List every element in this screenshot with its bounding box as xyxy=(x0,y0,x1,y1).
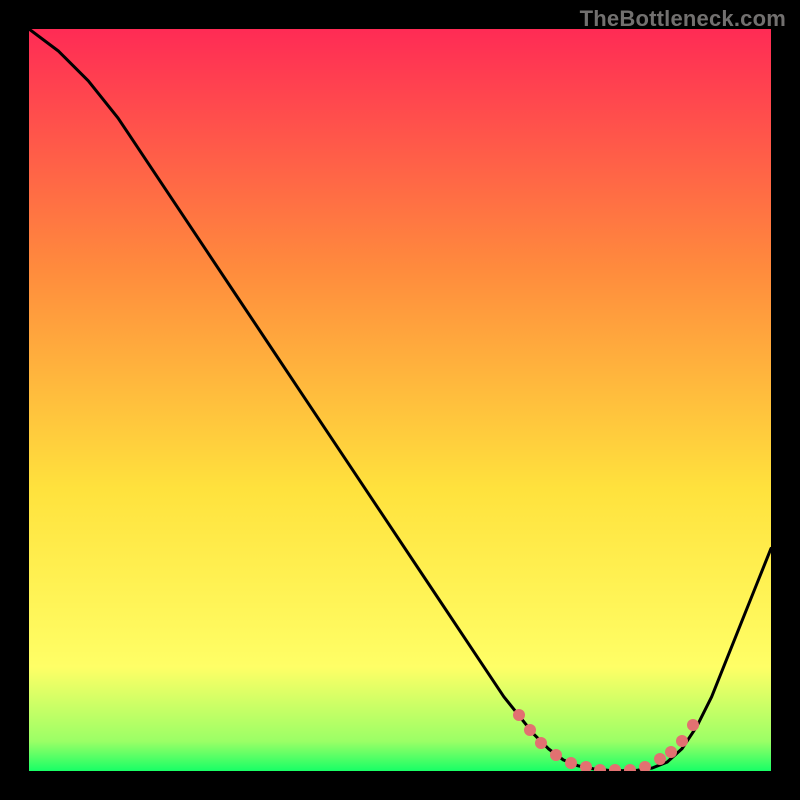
chart-container: TheBottleneck.com xyxy=(0,0,800,800)
highlight-marker xyxy=(654,753,666,765)
highlight-marker xyxy=(565,757,577,769)
highlight-marker xyxy=(550,749,562,761)
highlight-marker xyxy=(665,746,677,758)
highlight-marker xyxy=(687,719,699,731)
bottleneck-curve xyxy=(29,29,771,771)
highlight-marker xyxy=(580,761,592,771)
highlight-marker xyxy=(624,764,636,771)
highlight-marker xyxy=(594,764,606,771)
highlight-marker xyxy=(676,735,688,747)
curve-layer xyxy=(29,29,771,771)
highlight-marker xyxy=(609,764,621,771)
highlight-marker xyxy=(535,737,547,749)
highlight-marker xyxy=(639,761,651,771)
highlight-marker xyxy=(513,709,525,721)
watermark-text: TheBottleneck.com xyxy=(580,6,786,32)
highlight-marker xyxy=(524,724,536,736)
plot-area xyxy=(29,29,771,771)
